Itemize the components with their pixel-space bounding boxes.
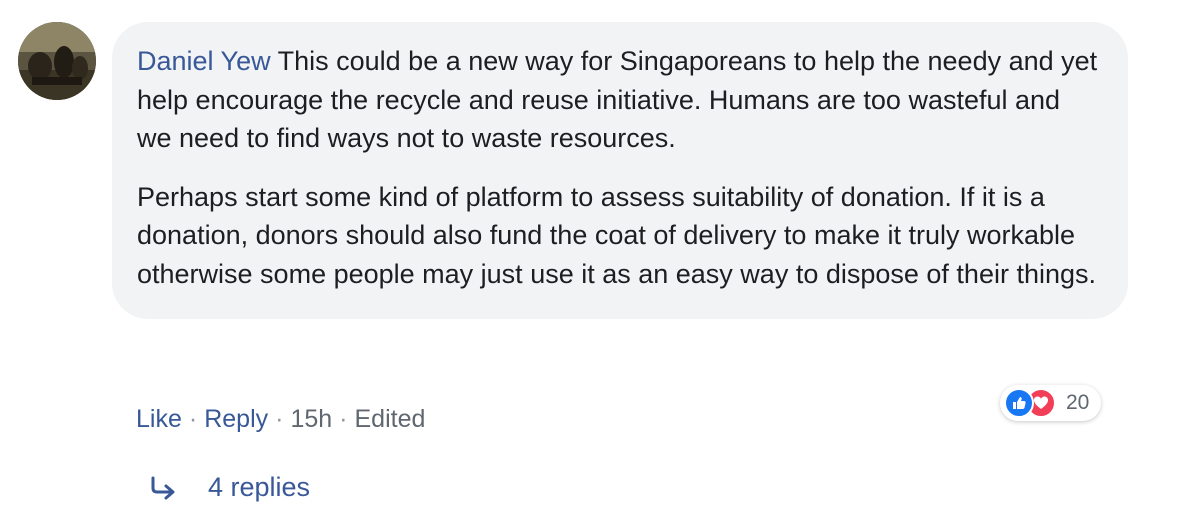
comment-text-1: This could be a new way for Singaporeans… [137,46,1098,153]
action-separator: · [275,405,284,433]
author-name[interactable]: Daniel Yew [137,46,271,76]
comment-timestamp[interactable]: 15h [290,405,332,434]
reaction-count: 20 [1066,391,1090,414]
replies-count-label: 4 replies [208,472,311,502]
comment-actions: Like · Reply · 15h · Edited [136,405,425,434]
action-separator: · [339,405,348,433]
view-replies-link[interactable]: 4 replies [150,472,310,503]
like-link[interactable]: Like [136,405,182,434]
comment-bubble: Daniel Yew This could be a new way for S… [112,22,1128,319]
reply-arrow-icon [151,476,175,499]
reactions-badge[interactable]: 20 [1000,385,1102,421]
reply-link[interactable]: Reply [204,405,268,434]
comment-paragraph-1: Daniel Yew This could be a new way for S… [137,42,1102,158]
avatar-photo [18,22,96,100]
comment-paragraph-2: Perhaps start some kind of platform to a… [137,181,1097,289]
action-separator: · [188,405,198,433]
like-icon [1004,388,1034,418]
edited-label[interactable]: Edited [355,405,426,434]
avatar[interactable] [18,22,96,100]
